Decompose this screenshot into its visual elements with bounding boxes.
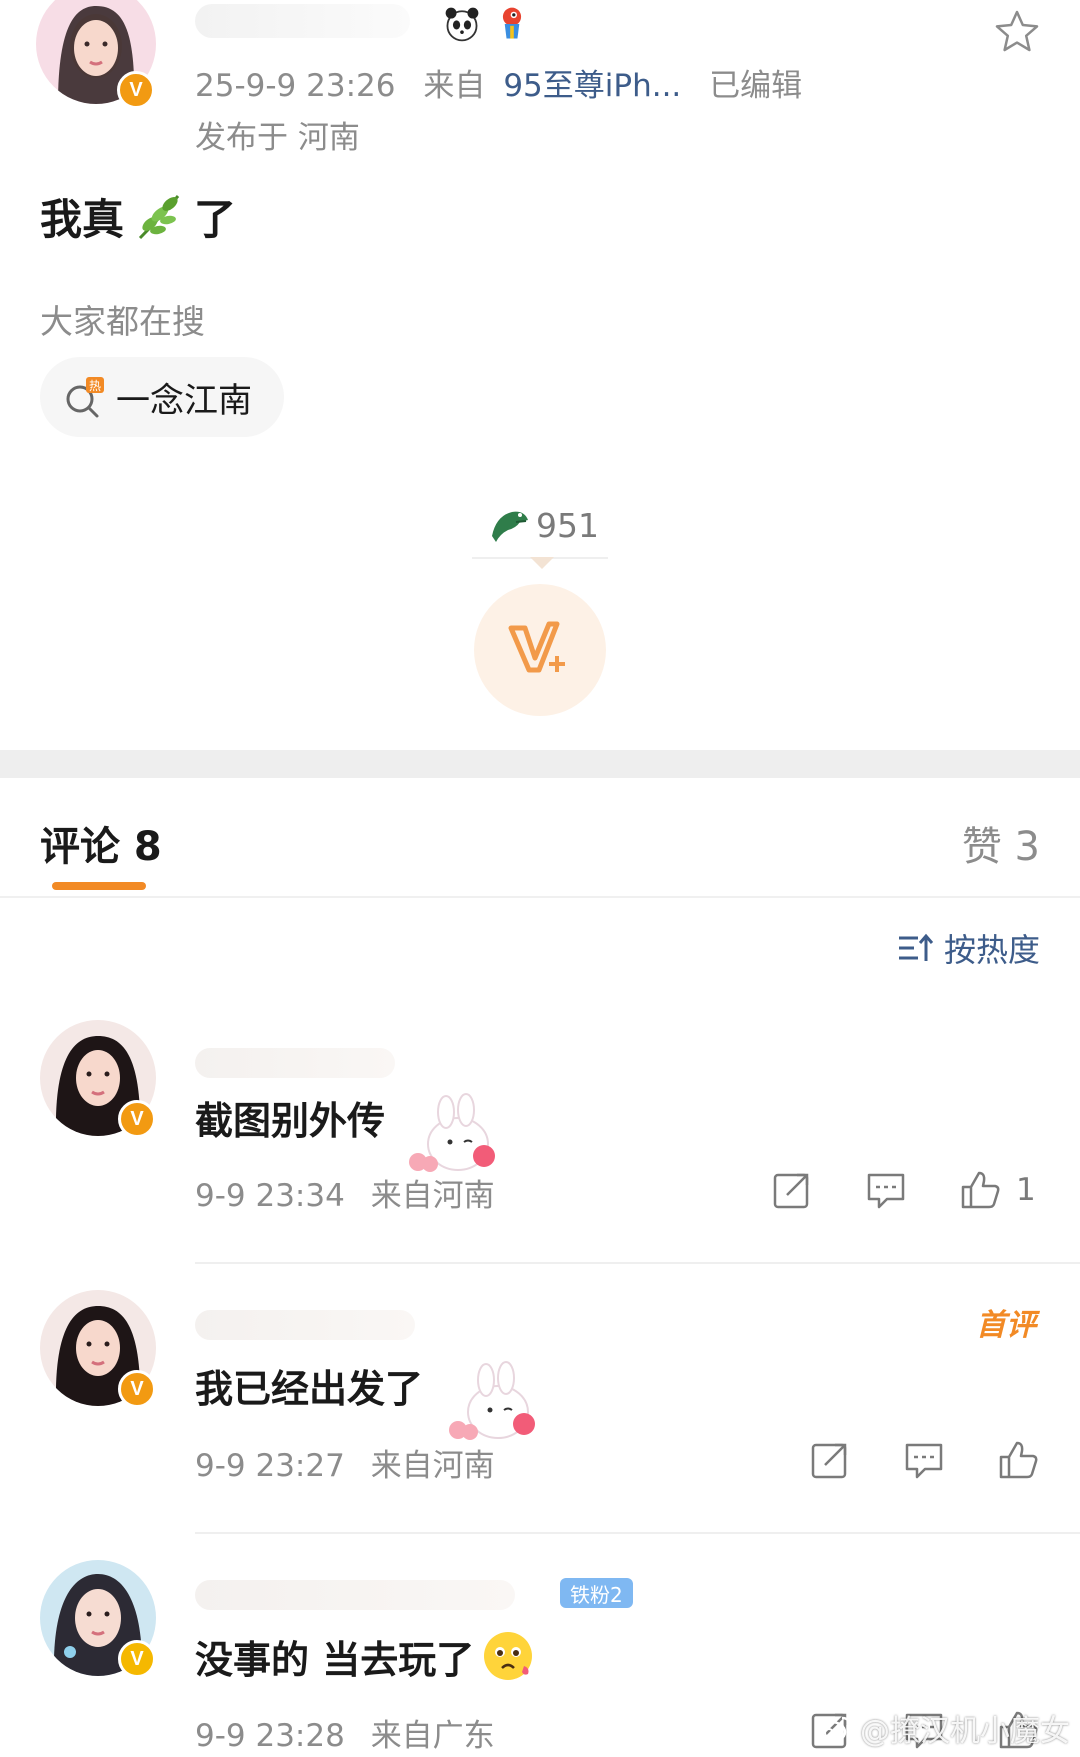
like-thumb-icon[interactable]	[958, 1168, 1002, 1212]
like-thumb-icon[interactable]	[996, 1438, 1040, 1482]
author-name-blurred[interactable]	[195, 4, 410, 38]
section-divider	[0, 750, 1080, 778]
share-icon[interactable]	[770, 1168, 814, 1212]
comment-text-content: 没事的 当去玩了	[195, 1637, 475, 1682]
comment-text: 没事的 当去玩了	[195, 1628, 536, 1684]
sort-by-hot-button[interactable]: 按热度	[896, 925, 1040, 971]
post-location: 发布于 河南	[195, 120, 360, 156]
share-icon[interactable]	[808, 1438, 852, 1482]
comment-time: 9-9 23:28	[195, 1718, 345, 1754]
comment-time: 9-9 23:27	[195, 1448, 345, 1484]
first-comment-badge: 首评	[976, 1308, 1036, 1343]
comment-actions	[758, 1438, 1040, 1482]
comment-separator	[195, 1262, 1080, 1264]
source-device[interactable]: 95至尊iPh...	[503, 68, 681, 104]
post-source[interactable]: 来自 95至尊iPh...	[423, 68, 681, 104]
verified-badge: V	[118, 1370, 156, 1408]
comment-time: 9-9 23:34	[195, 1178, 345, 1214]
tab-likes[interactable]: 赞 3	[962, 814, 1040, 872]
post-timestamp: 25-9-9 23:26	[195, 68, 396, 104]
reply-icon[interactable]	[864, 1168, 908, 1212]
edited-label[interactable]: 已编辑	[709, 68, 802, 104]
hot-topic-chip[interactable]: 热 一念江南	[40, 357, 284, 437]
reward-count: 951	[486, 500, 599, 550]
commenter-name-blurred[interactable]	[195, 1310, 415, 1340]
post-meta: 25-9-9 23:26 来自 95至尊iPh... 已编辑	[195, 60, 802, 105]
parrot-icon	[490, 2, 534, 46]
post-text-after: 了	[194, 195, 237, 244]
hot-search-icon: 热	[62, 375, 106, 419]
sort-icon	[898, 933, 934, 961]
panda-icon	[440, 2, 484, 46]
comment-item: V 首评 我已经出发了 9-9 23:27 来自河南	[0, 1290, 1080, 1530]
post-content: 我真 了	[40, 186, 236, 247]
verified-badge: V	[118, 1100, 156, 1138]
v-plus-icon	[508, 621, 565, 673]
comment-meta: 9-9 23:34 来自河南	[195, 1170, 495, 1215]
weibo-logo-icon	[815, 1716, 852, 1744]
trending-search-title: 大家都在搜	[40, 302, 205, 341]
source-prefix: 来自	[423, 68, 486, 104]
comment-meta: 9-9 23:28 来自广东	[195, 1710, 495, 1755]
watermark-text: @撩汉机小魔女	[860, 1714, 1070, 1749]
comment-meta: 9-9 23:27 来自河南	[195, 1440, 495, 1485]
leaf-emoji-icon	[132, 190, 186, 244]
reply-icon[interactable]	[902, 1438, 946, 1482]
comment-item: V 截图别外传 9-9 23:34 来自河南 1	[0, 1020, 1080, 1260]
comment-actions: 1	[720, 1168, 1040, 1212]
fan-level-badge: 铁粉2	[560, 1578, 633, 1608]
favorite-star-icon[interactable]	[993, 8, 1041, 56]
watermark: @撩汉机小魔女	[814, 1706, 1070, 1750]
sort-label: 按热度	[943, 931, 1040, 969]
commenter-name-blurred[interactable]	[195, 1048, 395, 1078]
comment-location: 来自河南	[370, 1178, 495, 1214]
tab-comments[interactable]: 评论 8	[40, 814, 162, 872]
post-text-before: 我真	[40, 195, 125, 244]
hot-topic-label: 一念江南	[116, 380, 252, 421]
comment-tabs: 评论 8 赞 3	[0, 778, 1080, 898]
bunny-sticker-icon	[440, 1356, 550, 1452]
svg-text:热: 热	[89, 379, 101, 393]
teary-face-icon	[484, 1632, 533, 1680]
comment-location: 来自河南	[370, 1448, 495, 1484]
comment-text: 截图别外传	[195, 1099, 386, 1143]
comment-location: 来自广东	[370, 1718, 495, 1754]
reward-button[interactable]	[474, 584, 606, 716]
reward-count-value: 951	[536, 505, 599, 545]
crocodile-icon	[486, 502, 532, 548]
comment-text: 我已经出发了	[195, 1367, 424, 1411]
weibo-post: V 25-9-9 23:26 来自 95至尊iPh... 已编辑 发布于 河南	[0, 0, 1080, 750]
commenter-name-blurred[interactable]	[195, 1580, 515, 1610]
verified-badge: V	[118, 1640, 156, 1678]
reward-pointer	[530, 557, 554, 569]
like-count: 1	[1016, 1172, 1036, 1208]
verified-badge: V	[117, 71, 155, 109]
active-tab-indicator	[52, 882, 146, 890]
comment-separator	[195, 1532, 1080, 1534]
